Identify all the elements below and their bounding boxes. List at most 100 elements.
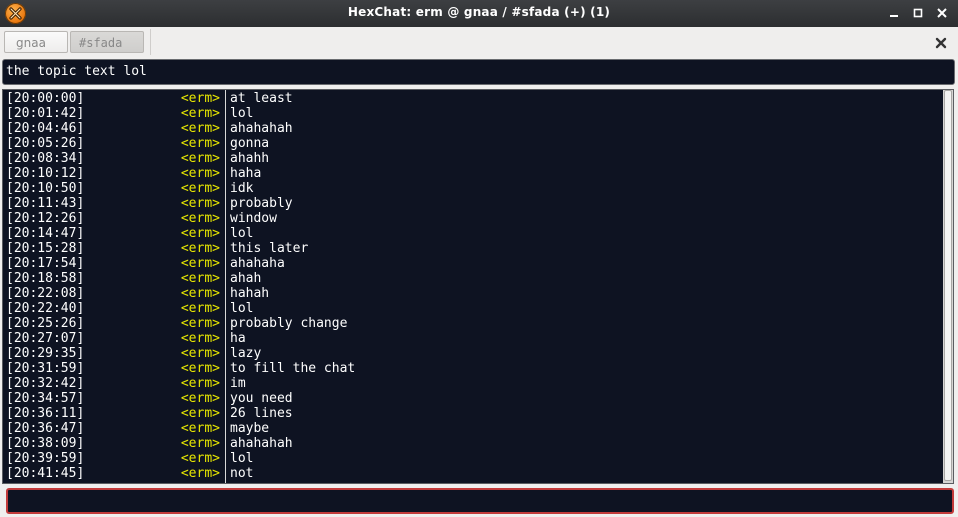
message-nick[interactable]: <erm> [181, 436, 220, 451]
message-line: [20:27:07] <erm> ha [3, 331, 938, 346]
message-nick[interactable]: <erm> [181, 316, 220, 331]
message-timestamp: [20:38:09] [6, 436, 85, 451]
message-line: [20:36:11] <erm> 26 lines [3, 406, 938, 421]
message-timestamp: [20:22:08] [6, 286, 85, 301]
message-text: im [230, 376, 246, 391]
message-nick[interactable]: <erm> [181, 121, 220, 136]
message-timestamp: [20:29:35] [6, 346, 85, 361]
message-text: probably change [230, 316, 348, 331]
message-nick[interactable]: <erm> [181, 226, 220, 241]
message-line: [20:04:46] <erm> ahahahah [3, 121, 938, 136]
message-line: [20:41:45] <erm> not [3, 466, 938, 481]
message-nick[interactable]: <erm> [181, 421, 220, 436]
message-timestamp: [20:01:42] [6, 106, 85, 121]
message-line: [20:22:40] <erm> lol [3, 301, 938, 316]
message-line: [20:22:08] <erm> hahah [3, 286, 938, 301]
message-nick[interactable]: <erm> [181, 151, 220, 166]
message-nick[interactable]: <erm> [181, 331, 220, 346]
message-text: lol [230, 226, 254, 241]
message-timestamp: [20:32:42] [6, 376, 85, 391]
message-text: ha [230, 331, 246, 346]
message-nick[interactable]: <erm> [181, 196, 220, 211]
message-line: [20:11:43] <erm> probably [3, 196, 938, 211]
message-line: [20:05:26] <erm> gonna [3, 136, 938, 151]
message-nick[interactable]: <erm> [181, 241, 220, 256]
message-timestamp: [20:10:50] [6, 181, 85, 196]
message-timestamp: [20:15:28] [6, 241, 85, 256]
message-nick[interactable]: <erm> [181, 466, 220, 481]
message-timestamp: [20:08:34] [6, 151, 85, 166]
message-text: probably [230, 196, 293, 211]
message-line: [20:08:34] <erm> ahahh [3, 151, 938, 166]
message-line: [20:12:26] <erm> window [3, 211, 938, 226]
message-text: window [230, 211, 277, 226]
message-nick[interactable]: <erm> [181, 91, 220, 106]
message-timestamp: [20:22:40] [6, 301, 85, 316]
tab-bar: gnaa #sfada [0, 27, 958, 57]
message-line: [20:17:54] <erm> ahahaha [3, 256, 938, 271]
message-text: lol [230, 301, 254, 316]
message-nick[interactable]: <erm> [181, 256, 220, 271]
message-nick[interactable]: <erm> [181, 166, 220, 181]
message-nick[interactable]: <erm> [181, 181, 220, 196]
close-icon[interactable] [934, 5, 950, 21]
message-nick[interactable]: <erm> [181, 451, 220, 466]
message-nick[interactable]: <erm> [181, 301, 220, 316]
message-nick[interactable]: <erm> [181, 286, 220, 301]
message-timestamp: [20:05:26] [6, 136, 85, 151]
message-line: [20:15:28] <erm> this later [3, 241, 938, 256]
message-line: [20:38:09] <erm> ahahahah [3, 436, 938, 451]
message-timestamp: [20:10:12] [6, 166, 85, 181]
chat-area[interactable]: [20:00:00] <erm> at least [20:01:42] <erm> lo… [2, 89, 954, 484]
message-text: this later [230, 241, 309, 256]
tab-label: #sfada [79, 36, 123, 50]
message-text: not [230, 466, 254, 481]
message-line: [20:36:47] <erm> maybe [3, 421, 938, 436]
message-text: ahahahah [230, 121, 293, 136]
title-bar[interactable]: HexChat: erm @ gnaa / #sfada (+) (1) [0, 0, 958, 27]
message-timestamp: [20:39:59] [6, 451, 85, 466]
message-timestamp: [20:27:07] [6, 331, 85, 346]
message-text: 26 lines [230, 406, 293, 421]
message-nick[interactable]: <erm> [181, 361, 220, 376]
message-nick[interactable]: <erm> [181, 211, 220, 226]
message-timestamp: [20:04:46] [6, 121, 85, 136]
message-text: idk [230, 181, 254, 196]
close-tab-icon[interactable] [934, 35, 948, 49]
message-timestamp: [20:18:58] [6, 271, 85, 286]
message-text: at least [230, 91, 293, 106]
message-line: [20:31:59] <erm> to fill the chat [3, 361, 938, 376]
message-nick[interactable]: <erm> [181, 136, 220, 151]
tab-label: gnaa [16, 36, 46, 50]
message-timestamp: [20:34:57] [6, 391, 85, 406]
message-text: to fill the chat [230, 361, 356, 376]
tab-sfada[interactable]: #sfada [70, 31, 144, 53]
message-nick[interactable]: <erm> [181, 376, 220, 391]
tab-divider [150, 29, 151, 55]
chat-scrollbar[interactable] [943, 90, 953, 483]
tab-gnaa[interactable]: gnaa [4, 31, 68, 53]
message-line: [20:39:59] <erm> lol [3, 451, 938, 466]
message-nick[interactable]: <erm> [181, 391, 220, 406]
message-nick[interactable]: <erm> [181, 406, 220, 421]
scrollbar-thumb[interactable] [944, 90, 952, 481]
message-text: lazy [230, 346, 262, 361]
message-text: you need [230, 391, 293, 406]
minimize-icon[interactable] [886, 5, 902, 21]
message-line: [20:10:50] <erm> idk [3, 181, 938, 196]
message-text: maybe [230, 421, 270, 436]
window-title: HexChat: erm @ gnaa / #sfada (+) (1) [347, 5, 611, 19]
message-line: [20:10:12] <erm> haha [3, 166, 938, 181]
message-nick[interactable]: <erm> [181, 271, 220, 286]
maximize-icon[interactable] [910, 5, 926, 21]
message-text: gonna [230, 136, 270, 151]
message-timestamp: [20:31:59] [6, 361, 85, 376]
topic-bar[interactable]: the topic text lol [2, 59, 955, 85]
message-input[interactable] [6, 488, 954, 514]
message-nick[interactable]: <erm> [181, 346, 220, 361]
message-timestamp: [20:12:26] [6, 211, 85, 226]
message-line: [20:00:00] <erm> at least [3, 91, 938, 106]
message-line: [20:29:35] <erm> lazy [3, 346, 938, 361]
message-text: hahah [230, 286, 270, 301]
message-nick[interactable]: <erm> [181, 106, 220, 121]
